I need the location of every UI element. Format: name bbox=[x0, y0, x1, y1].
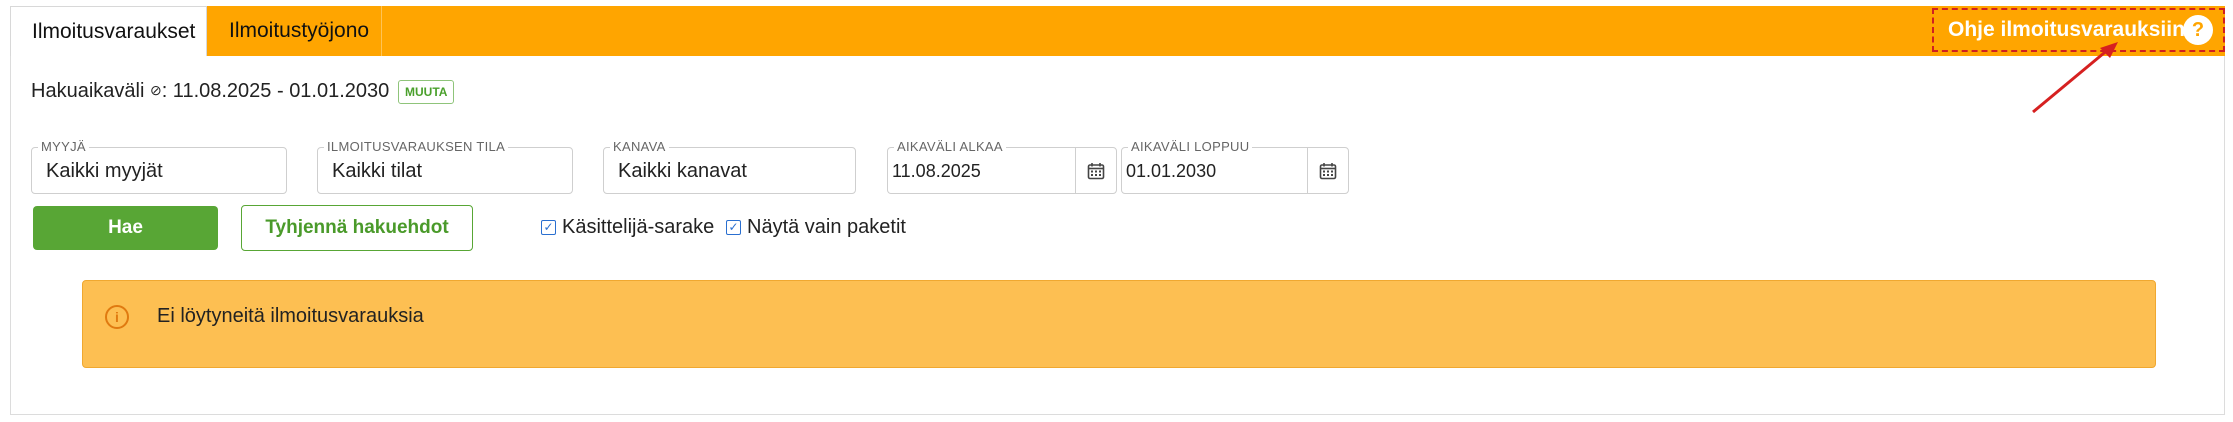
question-icon: ? bbox=[2183, 15, 2213, 45]
change-period-button[interactable]: MUUTA bbox=[398, 80, 455, 104]
clock-icon: ⊘ bbox=[149, 82, 162, 98]
channel-value: Kaikki kanavat bbox=[618, 160, 747, 182]
calendar-icon[interactable] bbox=[1075, 148, 1116, 193]
search-period: Hakuaikaväli ⊘: 11.08.2025 - 01.01.2030 bbox=[31, 80, 389, 103]
tab-ilmoitustyojono[interactable]: Ilmoitustyöjono bbox=[207, 6, 382, 56]
calendar-icon[interactable] bbox=[1307, 148, 1348, 193]
search-period-label: Hakuaikaväli bbox=[31, 80, 145, 102]
page: Ilmoitusvaraukset Ilmoitustyöjono Ohje i… bbox=[0, 0, 2233, 422]
status-select[interactable]: ILMOITUSVARAUKSEN TILA Kaikki tilat bbox=[317, 139, 573, 194]
end-date-label: AIKAVÄLI LOPPUU bbox=[1128, 139, 1253, 154]
alert-text: Ei löytyneitä ilmoitusvarauksia bbox=[157, 305, 424, 327]
status-label: ILMOITUSVARAUKSEN TILA bbox=[324, 139, 509, 154]
annotation-arrow-icon bbox=[2032, 42, 2118, 114]
packages-only-checkbox[interactable]: ✓ Näytä vain paketit bbox=[726, 216, 906, 239]
end-date-field[interactable]: AIKAVÄLI LOPPUU 01.01.2030 bbox=[1121, 139, 1349, 194]
help-link-label: Ohje ilmoitusvarauksiin bbox=[1948, 18, 2185, 41]
search-period-value: : 11.08.2025 - 01.01.2030 bbox=[161, 80, 390, 102]
clear-filters-button[interactable]: Tyhjennä hakuehdot bbox=[241, 205, 473, 251]
channel-label: KANAVA bbox=[610, 139, 669, 154]
seller-label: MYYJÄ bbox=[38, 139, 89, 154]
checkbox-checked-icon[interactable]: ✓ bbox=[541, 220, 556, 235]
channel-select[interactable]: KANAVA Kaikki kanavat bbox=[603, 139, 856, 194]
start-date-value: 11.08.2025 bbox=[892, 161, 981, 181]
start-date-label: AIKAVÄLI ALKAA bbox=[894, 139, 1006, 154]
tab-ilmoitusvaraukset[interactable]: Ilmoitusvaraukset bbox=[10, 6, 207, 56]
info-icon: i bbox=[105, 305, 129, 329]
seller-value: Kaikki myyjät bbox=[46, 160, 163, 182]
no-results-alert: i Ei löytyneitä ilmoitusvarauksia bbox=[82, 280, 2156, 368]
checkbox-checked-icon[interactable]: ✓ bbox=[726, 220, 741, 235]
tab-bar: Ilmoitusvaraukset Ilmoitustyöjono Ohje i… bbox=[10, 6, 2225, 56]
status-value: Kaikki tilat bbox=[332, 160, 423, 182]
packages-only-label: Näytä vain paketit bbox=[747, 216, 906, 238]
end-date-value: 01.01.2030 bbox=[1126, 161, 1217, 181]
start-date-field[interactable]: AIKAVÄLI ALKAA 11.08.2025 bbox=[887, 139, 1117, 194]
search-button[interactable]: Hae bbox=[33, 206, 218, 250]
handler-column-label: Käsittelijä-sarake bbox=[562, 216, 715, 238]
handler-column-checkbox[interactable]: ✓ Käsittelijä-sarake bbox=[541, 216, 714, 239]
seller-select[interactable]: MYYJÄ Kaikki myyjät bbox=[31, 139, 287, 194]
